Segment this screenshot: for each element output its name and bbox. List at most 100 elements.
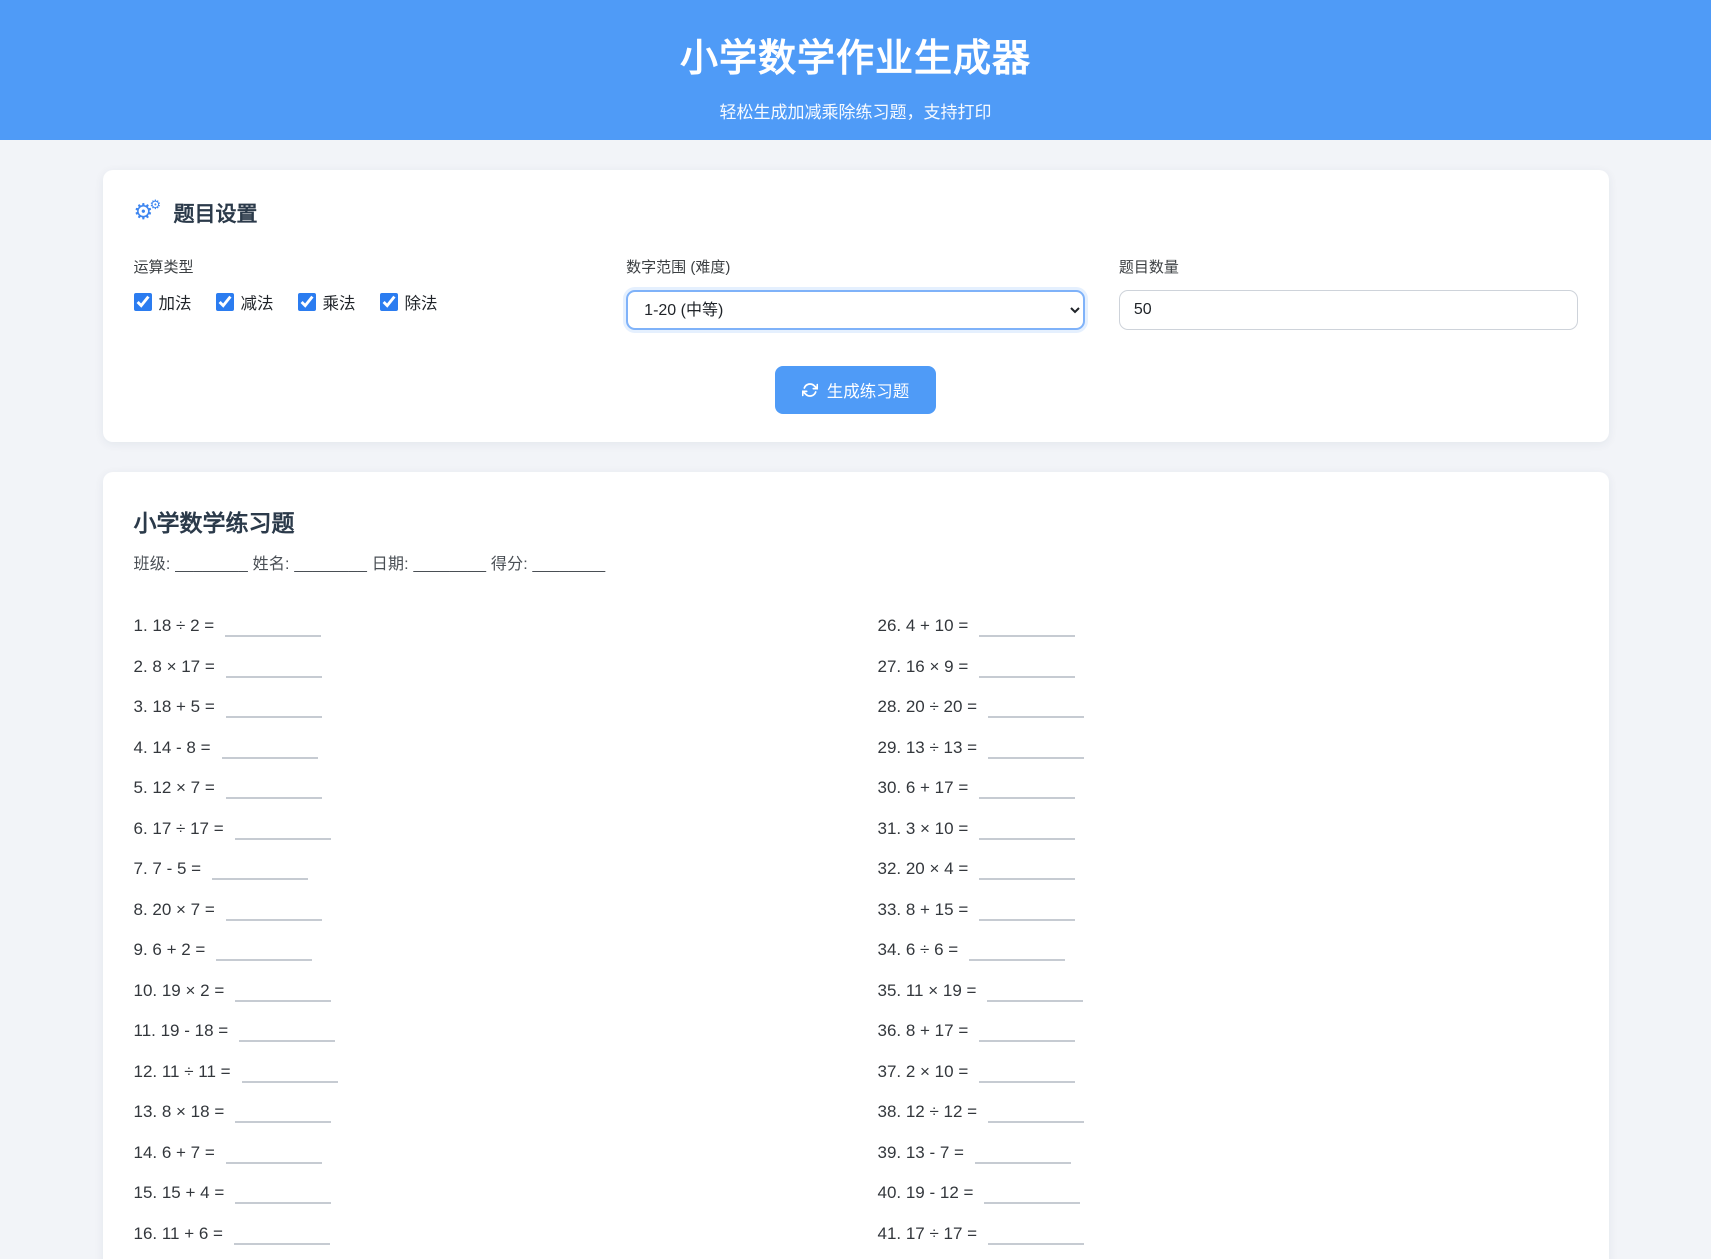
answer-blank — [988, 1227, 1084, 1245]
answer-blank — [987, 984, 1083, 1002]
answer-blank — [979, 619, 1075, 637]
answer-blank — [988, 741, 1084, 759]
problem-text: 34. 6 ÷ 6 = — [878, 940, 959, 959]
answer-blank — [226, 903, 322, 921]
problem-row: 37. 2 × 10 = — [878, 1062, 1578, 1103]
problem-text: 13. 8 × 18 = — [134, 1102, 225, 1121]
answer-blank — [226, 781, 322, 799]
problem-text: 30. 6 + 17 = — [878, 778, 969, 797]
generate-button-label: 生成练习题 — [827, 378, 910, 402]
problem-text: 31. 3 × 10 = — [878, 819, 969, 838]
problem-text: 14. 6 + 7 = — [134, 1143, 215, 1162]
problem-text: 40. 19 - 12 = — [878, 1183, 974, 1202]
problem-text: 3. 18 + 5 = — [134, 697, 215, 716]
problem-row: 33. 8 + 15 = — [878, 900, 1578, 941]
problem-text: 7. 7 - 5 = — [134, 859, 202, 878]
problem-row: 4. 14 - 8 = — [134, 738, 834, 779]
problem-row: 39. 13 - 7 = — [878, 1143, 1578, 1184]
question-count-group: 题目数量 — [1119, 256, 1578, 330]
problem-row: 30. 6 + 17 = — [878, 778, 1578, 819]
problem-row: 11. 19 - 18 = — [134, 1021, 834, 1062]
problem-text: 36. 8 + 17 = — [878, 1021, 969, 1040]
problem-row: 41. 17 ÷ 17 = — [878, 1224, 1578, 1259]
answer-blank — [226, 700, 322, 718]
count-input[interactable] — [1119, 290, 1578, 330]
answer-blank — [235, 822, 331, 840]
worksheet-title: 小学数学练习题 — [134, 504, 1578, 538]
problem-text: 9. 6 + 2 = — [134, 940, 206, 959]
number-range-group: 数字范围 (难度) 1-20 (中等) — [626, 256, 1085, 330]
worksheet-card: 小学数学练习题 班级: ________ 姓名: ________ 日期: __… — [103, 472, 1609, 1259]
operation-type-label: 运算类型 — [134, 256, 593, 277]
problem-row: 26. 4 + 10 = — [878, 616, 1578, 657]
checkbox-item-subtraction[interactable]: 减法 — [216, 290, 274, 314]
problem-row: 27. 16 × 9 = — [878, 657, 1578, 698]
problem-row: 29. 13 ÷ 13 = — [878, 738, 1578, 779]
problem-text: 41. 17 ÷ 17 = — [878, 1224, 978, 1243]
answer-blank — [979, 1024, 1075, 1042]
problem-row: 8. 20 × 7 = — [134, 900, 834, 941]
problem-row: 9. 6 + 2 = — [134, 940, 834, 981]
answer-blank — [988, 1105, 1084, 1123]
problem-text: 4. 14 - 8 = — [134, 738, 211, 757]
problem-text: 6. 17 ÷ 17 = — [134, 819, 224, 838]
answer-blank — [988, 700, 1084, 718]
checkbox-label-multiplication: 乘法 — [323, 290, 356, 314]
problem-text: 32. 20 × 4 = — [878, 859, 969, 878]
answer-blank — [226, 1146, 322, 1164]
checkbox-label-division: 除法 — [405, 290, 438, 314]
generate-button[interactable]: 生成练习题 — [775, 366, 937, 414]
checkbox-multiplication[interactable] — [298, 293, 316, 311]
question-count-label: 题目数量 — [1119, 256, 1578, 277]
gears-icon: ⚙ ⚙ — [134, 200, 164, 226]
answer-blank — [235, 984, 331, 1002]
checkbox-item-division[interactable]: 除法 — [380, 290, 438, 314]
problem-text: 29. 13 ÷ 13 = — [878, 738, 978, 757]
checkbox-item-addition[interactable]: 加法 — [134, 290, 192, 314]
problem-text: 27. 16 × 9 = — [878, 657, 969, 676]
answer-blank — [216, 943, 312, 961]
worksheet-info-line: 班级: ________ 姓名: ________ 日期: ________ 得… — [134, 550, 1578, 574]
range-select[interactable]: 1-20 (中等) — [626, 290, 1085, 330]
problem-row: 32. 20 × 4 = — [878, 859, 1578, 900]
answer-blank — [234, 1227, 330, 1245]
problem-text: 5. 12 × 7 = — [134, 778, 215, 797]
answer-blank — [239, 1024, 335, 1042]
problem-text: 2. 8 × 17 = — [134, 657, 215, 676]
answer-blank — [235, 1105, 331, 1123]
problem-text: 39. 13 - 7 = — [878, 1143, 964, 1162]
checkbox-item-multiplication[interactable]: 乘法 — [298, 290, 356, 314]
problem-row: 40. 19 - 12 = — [878, 1183, 1578, 1224]
checkbox-addition[interactable] — [134, 293, 152, 311]
main-container: ⚙ ⚙ 题目设置 运算类型 加法 减法 — [103, 170, 1609, 1259]
problem-row: 35. 11 × 19 = — [878, 981, 1578, 1022]
problem-row: 31. 3 × 10 = — [878, 819, 1578, 860]
problem-text: 11. 19 - 18 = — [134, 1021, 229, 1040]
checkbox-label-addition: 加法 — [159, 290, 192, 314]
problems-grid: 1. 18 ÷ 2 = 2. 8 × 17 = 3. 18 + 5 = 4. 14 -… — [134, 616, 1578, 1259]
answer-blank — [979, 781, 1075, 799]
problems-column-right: 26. 4 + 10 =27. 16 × 9 = 28. 20 ÷ 20 =29.… — [878, 616, 1578, 1259]
number-range-label: 数字范围 (难度) — [626, 256, 1085, 277]
settings-heading: ⚙ ⚙ 题目设置 — [134, 198, 1578, 228]
settings-heading-label: 题目设置 — [174, 198, 258, 228]
answer-blank — [969, 943, 1065, 961]
problem-row: 13. 8 × 18 = — [134, 1102, 834, 1143]
checkbox-subtraction[interactable] — [216, 293, 234, 311]
problem-row: 36. 8 + 17 = — [878, 1021, 1578, 1062]
answer-blank — [979, 862, 1075, 880]
answer-blank — [984, 1186, 1080, 1204]
settings-form-row: 运算类型 加法 减法 乘法 — [134, 256, 1578, 330]
problem-text: 12. 11 ÷ 11 = — [134, 1062, 231, 1081]
problem-text: 15. 15 + 4 = — [134, 1183, 225, 1202]
problem-row: 28. 20 ÷ 20 = — [878, 697, 1578, 738]
checkbox-label-subtraction: 减法 — [241, 290, 274, 314]
checkbox-division[interactable] — [380, 293, 398, 311]
problem-row: 3. 18 + 5 = — [134, 697, 834, 738]
problem-text: 1. 18 ÷ 2 = — [134, 616, 215, 635]
operation-type-group: 运算类型 加法 减法 乘法 — [134, 256, 593, 314]
problem-row: 2. 8 × 17 = — [134, 657, 834, 698]
problem-text: 38. 12 ÷ 12 = — [878, 1102, 978, 1121]
problem-row: 34. 6 ÷ 6 = — [878, 940, 1578, 981]
operation-checkbox-row: 加法 减法 乘法 除法 — [134, 290, 593, 314]
